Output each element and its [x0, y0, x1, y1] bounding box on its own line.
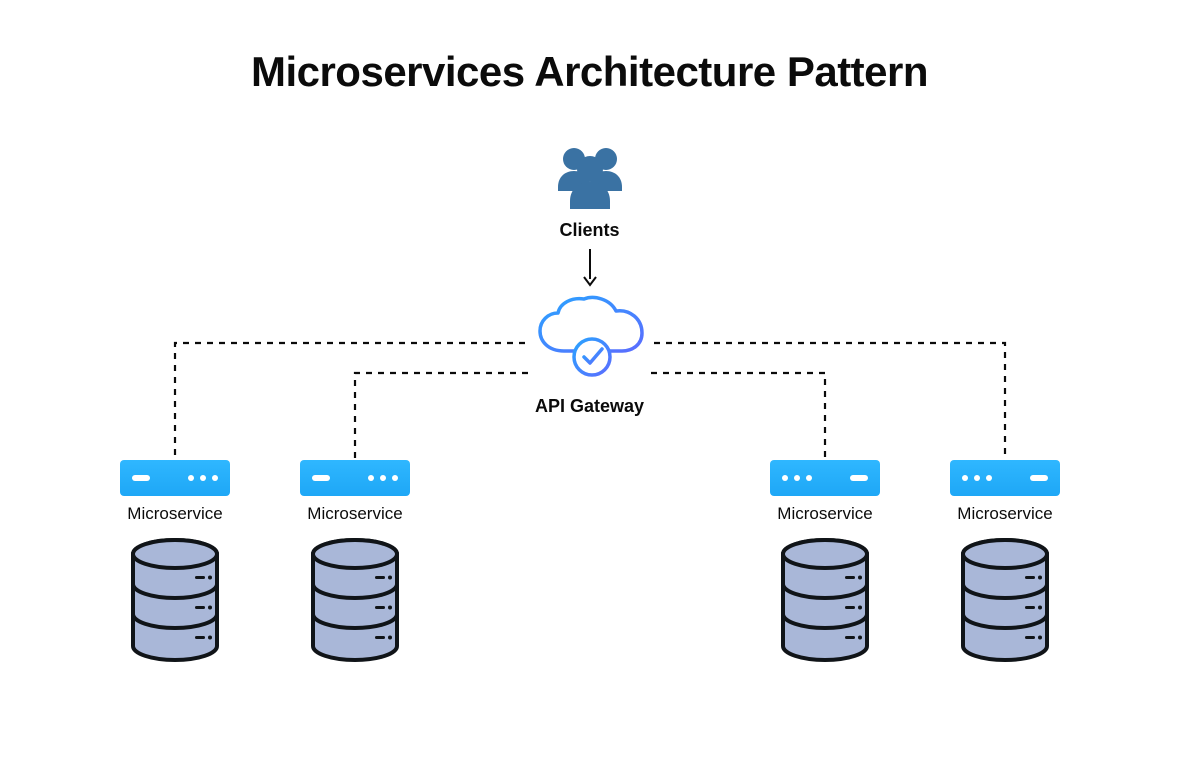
cloud-check-icon	[530, 295, 650, 390]
api-gateway-label: API Gateway	[535, 396, 644, 417]
server-icon	[770, 460, 880, 496]
microservice-label: Microservice	[307, 504, 402, 524]
clients-label: Clients	[559, 220, 619, 241]
database-icon	[305, 536, 405, 671]
server-icon	[300, 460, 410, 496]
arrow-down-icon	[580, 247, 600, 292]
server-icon	[120, 460, 230, 496]
database-icon	[125, 536, 225, 671]
microservice-column: Microservice	[120, 460, 230, 671]
microservice-column: Microservice	[300, 460, 410, 671]
database-icon	[775, 536, 875, 671]
server-icon	[950, 460, 1060, 496]
microservice-column: Microservice	[770, 460, 880, 671]
microservice-column: Microservice	[950, 460, 1060, 671]
diagram-title: Microservices Architecture Pattern	[0, 48, 1179, 96]
people-icon	[548, 145, 632, 214]
clients-group: Clients	[548, 145, 632, 241]
microservice-label: Microservice	[127, 504, 222, 524]
database-icon	[955, 536, 1055, 671]
api-gateway: API Gateway	[530, 295, 650, 417]
microservice-label: Microservice	[957, 504, 1052, 524]
microservice-label: Microservice	[777, 504, 872, 524]
